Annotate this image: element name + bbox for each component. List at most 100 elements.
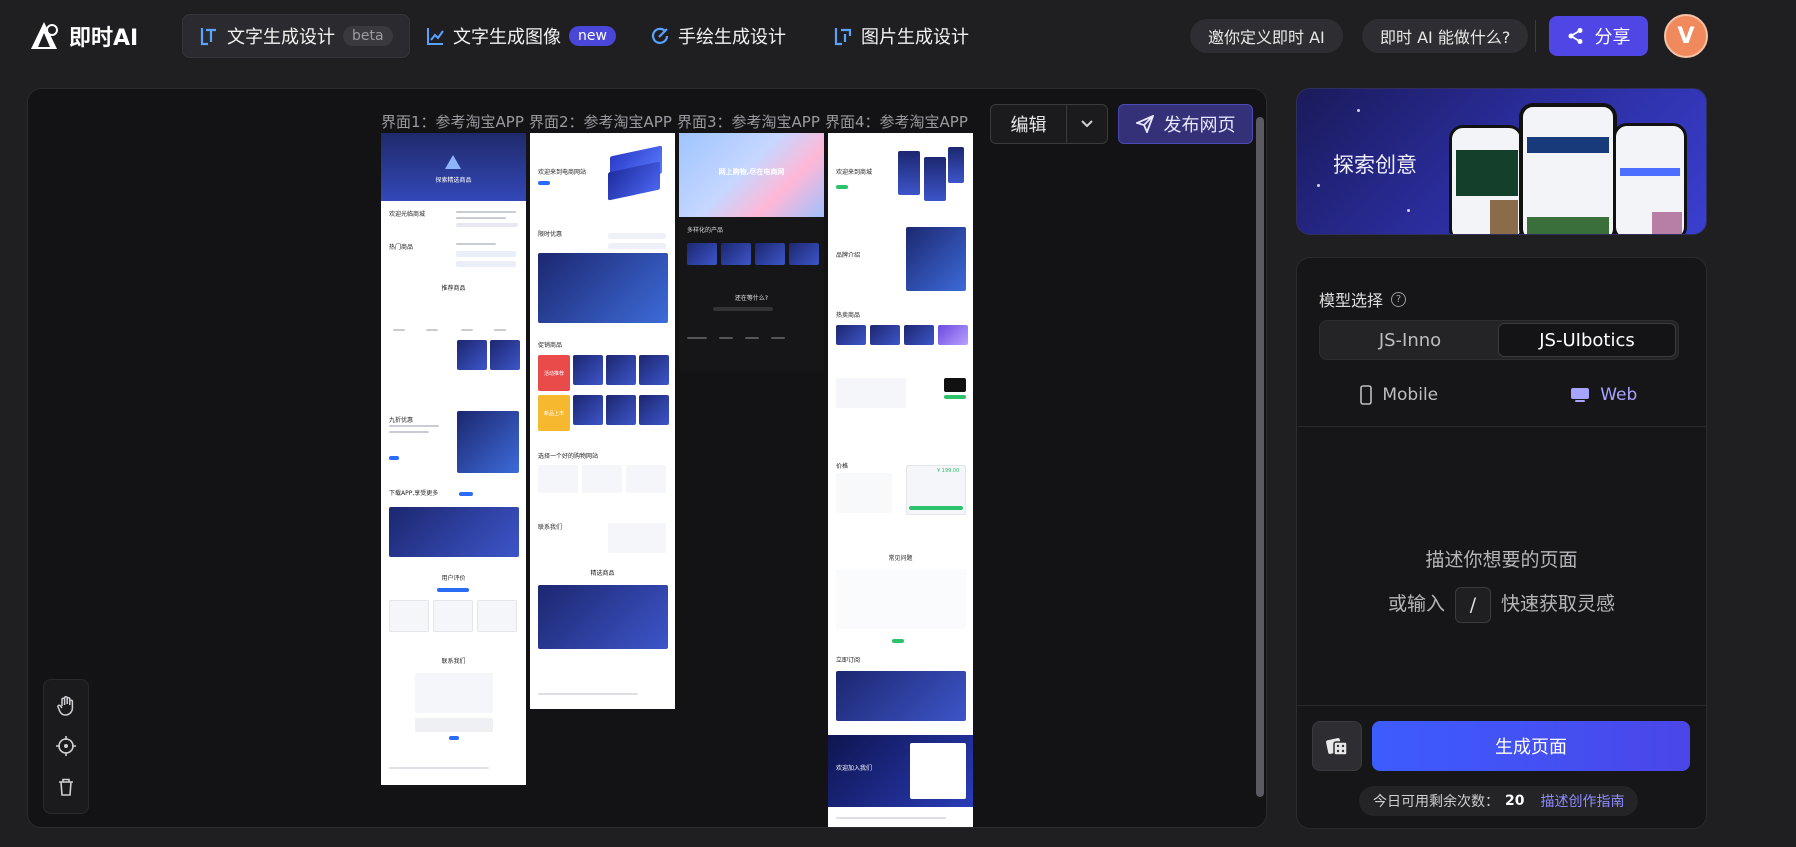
device-mobile[interactable]: Mobile (1297, 373, 1502, 417)
explore-label: 探索创意 (1333, 153, 1417, 177)
screen-3-preview[interactable]: 网上购物,尽在电商网 多样化的产品 还在等什么? (679, 133, 824, 372)
publish-button[interactable]: 发布网页 (1118, 104, 1253, 144)
cta-button (459, 492, 473, 496)
invite-button[interactable]: 邀你定义即时 AI (1190, 19, 1343, 53)
screen-title[interactable]: 界面2：参考淘宝APP (529, 111, 677, 132)
edit-button[interactable]: 编辑 (991, 105, 1067, 143)
section-title: 多样化的产品 (687, 227, 724, 234)
text-line (393, 329, 405, 331)
input-bar (713, 307, 773, 311)
device-web[interactable]: Web (1502, 373, 1707, 417)
product-image (904, 325, 934, 345)
image-design-icon (834, 28, 852, 46)
banner-image (538, 253, 668, 323)
screen-title[interactable]: 界面4：参考淘宝APP (825, 111, 973, 132)
buy-button (909, 506, 963, 510)
delete-tool[interactable] (53, 774, 79, 800)
section-title: 品牌介绍 (836, 252, 861, 259)
cta-button (389, 456, 399, 460)
tab-sketch-to-design[interactable]: 手绘生成设计 (634, 14, 802, 58)
share-icon (1568, 28, 1582, 44)
list-item (456, 251, 516, 257)
share-button[interactable]: 分享 (1549, 16, 1648, 56)
random-inspiration-button[interactable] (1312, 721, 1362, 771)
model-select-label: 模型选择 ? (1319, 287, 1407, 311)
share-label: 分享 (1594, 27, 1631, 48)
tab-text-to-image[interactable]: 文字生成图像 new (409, 14, 632, 58)
input-bar (456, 223, 518, 227)
product-image (870, 325, 900, 345)
section-title: 欢迎光临商城 (389, 211, 426, 218)
help-icon[interactable]: ? (1391, 291, 1407, 307)
hand-icon (57, 696, 74, 716)
promo-image (457, 411, 519, 473)
app-logo[interactable]: 即时AI (27, 18, 138, 54)
prompt-prefix: 或输入 (1387, 593, 1445, 615)
section-title: 热门商品 (389, 244, 414, 251)
tab-image-to-design[interactable]: 图片生成设计 (817, 14, 985, 58)
section-title: 选择一个好的购物网站 (538, 453, 599, 460)
generator-panel: 模型选择 ? JS-Inno JS-UIbotics Mobile Web 描述… (1296, 257, 1707, 829)
cta-button (836, 185, 848, 189)
text-line (426, 329, 438, 331)
beta-badge: beta (343, 26, 393, 46)
hero-title: 网上购物,尽在电商网 (718, 168, 785, 176)
chart-image-icon (427, 28, 444, 45)
price-value: ¥ 199.00 (937, 468, 960, 474)
header-divider (1535, 20, 1536, 52)
edit-dropdown[interactable]: 编辑 (990, 104, 1108, 144)
cta-button (944, 395, 966, 399)
tab-label: 手绘生成设计 (678, 27, 786, 48)
prompt-line-2: 或输入 / 快速获取灵感 (1297, 582, 1706, 626)
feature-list (836, 378, 906, 408)
section-title: 价格 (836, 463, 849, 470)
product-image (457, 340, 487, 370)
about-button[interactable]: 即时 AI 能做什么? (1362, 19, 1529, 53)
screen-2-preview[interactable]: 欢迎来到电商网站 限时优惠 促销商品 活动推荐 新品上市 选择一个好的购物网站 … (530, 133, 675, 709)
canvas-scrollbar[interactable] (1256, 117, 1264, 797)
screen-1-hero: 探索精选商品 (381, 133, 526, 201)
slash-key[interactable]: / (1455, 586, 1491, 623)
app-name: 即时AI (69, 26, 139, 51)
text-line (456, 243, 496, 245)
join-title: 欢迎加入我们 (836, 765, 873, 772)
user-avatar[interactable]: V (1664, 14, 1708, 58)
generate-page-button[interactable]: 生成页面 (1372, 721, 1690, 771)
screen-3-hero: 网上购物,尽在电商网 (679, 133, 824, 217)
star-decoration (1317, 184, 1320, 187)
footer-line (719, 337, 733, 339)
screen-4-preview[interactable]: 欢迎来到商城 品牌介绍 热卖商品 价格 ¥ 199.00 常见问题 立即订阅 欢… (828, 133, 973, 827)
chevron-down-icon[interactable] (1067, 119, 1107, 129)
section-title: 联系我们 (538, 524, 563, 531)
model-label-text: 模型选择 (1319, 291, 1384, 310)
brand-image (906, 227, 966, 291)
design-canvas[interactable]: 界面1：参考淘宝APP 界面2：参考淘宝APP 界面3：参考淘宝APP 界面4：… (27, 88, 1267, 828)
list-item (456, 261, 516, 267)
pencil-circle-icon (651, 27, 669, 44)
model-option-inno[interactable]: JS-Inno (1322, 323, 1498, 357)
section-title: 限时优惠 (538, 231, 563, 238)
text-line (456, 211, 516, 213)
product-image (687, 243, 717, 265)
explore-banner[interactable]: 探索创意 (1296, 88, 1707, 235)
list-item (608, 233, 666, 239)
plan-features (836, 473, 892, 513)
submit-button (449, 736, 459, 740)
star-decoration (1407, 209, 1410, 212)
hand-tool[interactable] (53, 693, 79, 719)
tab-text-to-design[interactable]: 文字生成设计 beta (182, 14, 410, 58)
guide-link[interactable]: 描述创作指南 (1540, 791, 1624, 811)
model-segmented-control: JS-Inno JS-UIbotics (1319, 320, 1679, 360)
review-card (477, 600, 517, 632)
hero-title: 欢迎来到电商网站 (538, 169, 587, 176)
screen-title[interactable]: 界面1：参考淘宝APP (381, 111, 529, 132)
model-option-uibotics[interactable]: JS-UIbotics (1498, 323, 1676, 357)
prompt-input[interactable]: 描述你想要的页面 或输入 / 快速获取灵感 (1297, 538, 1706, 626)
section-title: 促销商品 (538, 342, 563, 349)
screen-1-preview[interactable]: 探索精选商品 欢迎光临商城 热门商品 推荐商品 九折优惠 下载APP,享受更多 … (381, 133, 526, 785)
footer-line (836, 817, 946, 819)
divider (1297, 705, 1706, 706)
locate-tool[interactable] (53, 733, 79, 759)
phone-mock-left (1449, 125, 1523, 234)
screen-title[interactable]: 界面3：参考淘宝APP (677, 111, 825, 132)
